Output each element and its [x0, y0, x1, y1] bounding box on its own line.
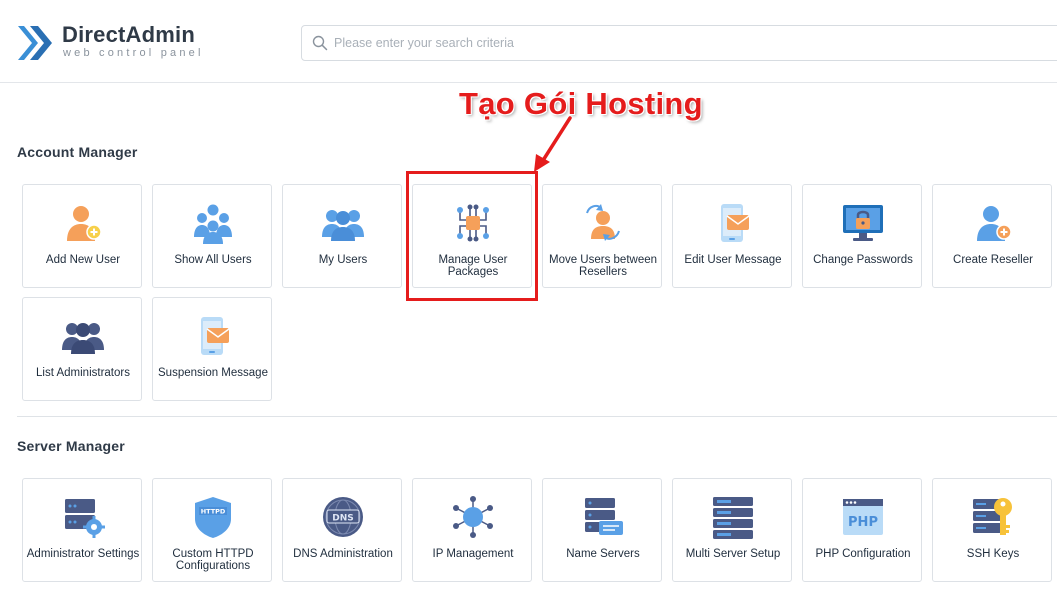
tile-create-reseller[interactable]: Create Reseller: [932, 184, 1052, 288]
tile-list-administrators[interactable]: List Administrators: [22, 297, 142, 401]
tile-suspension-message[interactable]: Suspension Message: [152, 297, 272, 401]
dns-badge-text: DNS: [332, 514, 354, 524]
ssh-keys-icon: [973, 498, 1012, 535]
directadmin-logo-icon: [18, 26, 52, 60]
tile-label: Change Passwords: [813, 254, 913, 266]
tile-ssh-keys[interactable]: SSH Keys: [932, 478, 1052, 582]
directadmin-logo[interactable]: DirectAdmin web control panel: [16, 20, 206, 66]
tile-move-users[interactable]: Move Users between Resellers: [542, 184, 662, 288]
tile-label: PHP Configuration: [815, 548, 911, 560]
administrators-icon: [62, 323, 104, 354]
tile-label: Administrator Settings: [26, 548, 140, 560]
app-name: DirectAdmin: [62, 22, 195, 47]
annotation-highlight-box: [406, 171, 538, 301]
tile-label: Name Servers: [566, 548, 640, 560]
move-users-icon: [586, 204, 620, 241]
annotation-arrow-icon: [534, 116, 572, 172]
create-reseller-icon: [977, 206, 1012, 241]
search-box[interactable]: [301, 25, 1057, 61]
tile-label: IP Management: [432, 548, 514, 560]
tile-show-all-users[interactable]: Show All Users: [152, 184, 272, 288]
top-bar: DirectAdmin web control panel: [0, 0, 1057, 83]
php-icon: PHP: [843, 499, 883, 535]
tile-label: Move Users between Resellers: [548, 254, 658, 278]
tile-label: Multi Server Setup: [685, 548, 781, 560]
tile-label: SSH Keys: [966, 548, 1020, 560]
tile-php-configuration[interactable]: PHP PHP Configuration: [802, 478, 922, 582]
my-users-icon: [322, 210, 364, 241]
dns-globe-icon: DNS: [323, 497, 363, 537]
httpd-badge-icon: HTTPD: [195, 497, 231, 538]
ip-network-icon: [453, 496, 493, 538]
search-input[interactable]: [334, 26, 1034, 60]
app-tagline: web control panel: [63, 47, 204, 59]
tile-label: Create Reseller: [953, 254, 1033, 266]
tile-dns-administration[interactable]: DNS DNS Administration: [282, 478, 402, 582]
tile-edit-user-message[interactable]: Edit User Message: [672, 184, 792, 288]
tile-label: Edit User Message: [684, 254, 782, 266]
section-title-server-manager: Server Manager: [17, 438, 125, 454]
tile-custom-httpd[interactable]: HTTPD Custom HTTPD Configurations: [152, 478, 272, 582]
password-lock-icon: [843, 205, 883, 241]
admin-settings-icon: [65, 499, 105, 538]
tile-label: List Administrators: [36, 367, 130, 379]
add-user-icon: [67, 206, 102, 241]
tile-label: Add New User: [45, 254, 121, 266]
tile-multi-server-setup[interactable]: Multi Server Setup: [672, 478, 792, 582]
multi-server-icon: [713, 497, 753, 539]
mobile-message-icon: [721, 204, 750, 242]
tile-label: Suspension Message: [158, 367, 268, 379]
section-divider: [17, 416, 1057, 417]
httpd-badge-text: HTTPD: [201, 508, 226, 516]
tile-administrator-settings[interactable]: Administrator Settings: [22, 478, 142, 582]
tile-label: DNS Administration: [293, 548, 393, 560]
tile-my-users[interactable]: My Users: [282, 184, 402, 288]
tile-label: My Users: [318, 254, 368, 266]
section-title-account-manager: Account Manager: [17, 144, 138, 160]
annotation-label: Tạo Gói Hosting: [459, 86, 703, 121]
tile-name-servers[interactable]: Name Servers: [542, 478, 662, 582]
suspension-message-icon: [201, 317, 230, 355]
tile-label: Custom HTTPD Configurations: [172, 548, 254, 572]
users-group-icon: [194, 204, 232, 244]
tile-ip-management[interactable]: IP Management: [412, 478, 532, 582]
name-servers-icon: [585, 498, 623, 535]
tile-add-new-user[interactable]: Add New User: [22, 184, 142, 288]
search-icon: [312, 35, 328, 51]
php-badge-text: PHP: [848, 515, 878, 530]
tile-label: Show All Users: [174, 254, 252, 266]
tile-change-passwords[interactable]: Change Passwords: [802, 184, 922, 288]
